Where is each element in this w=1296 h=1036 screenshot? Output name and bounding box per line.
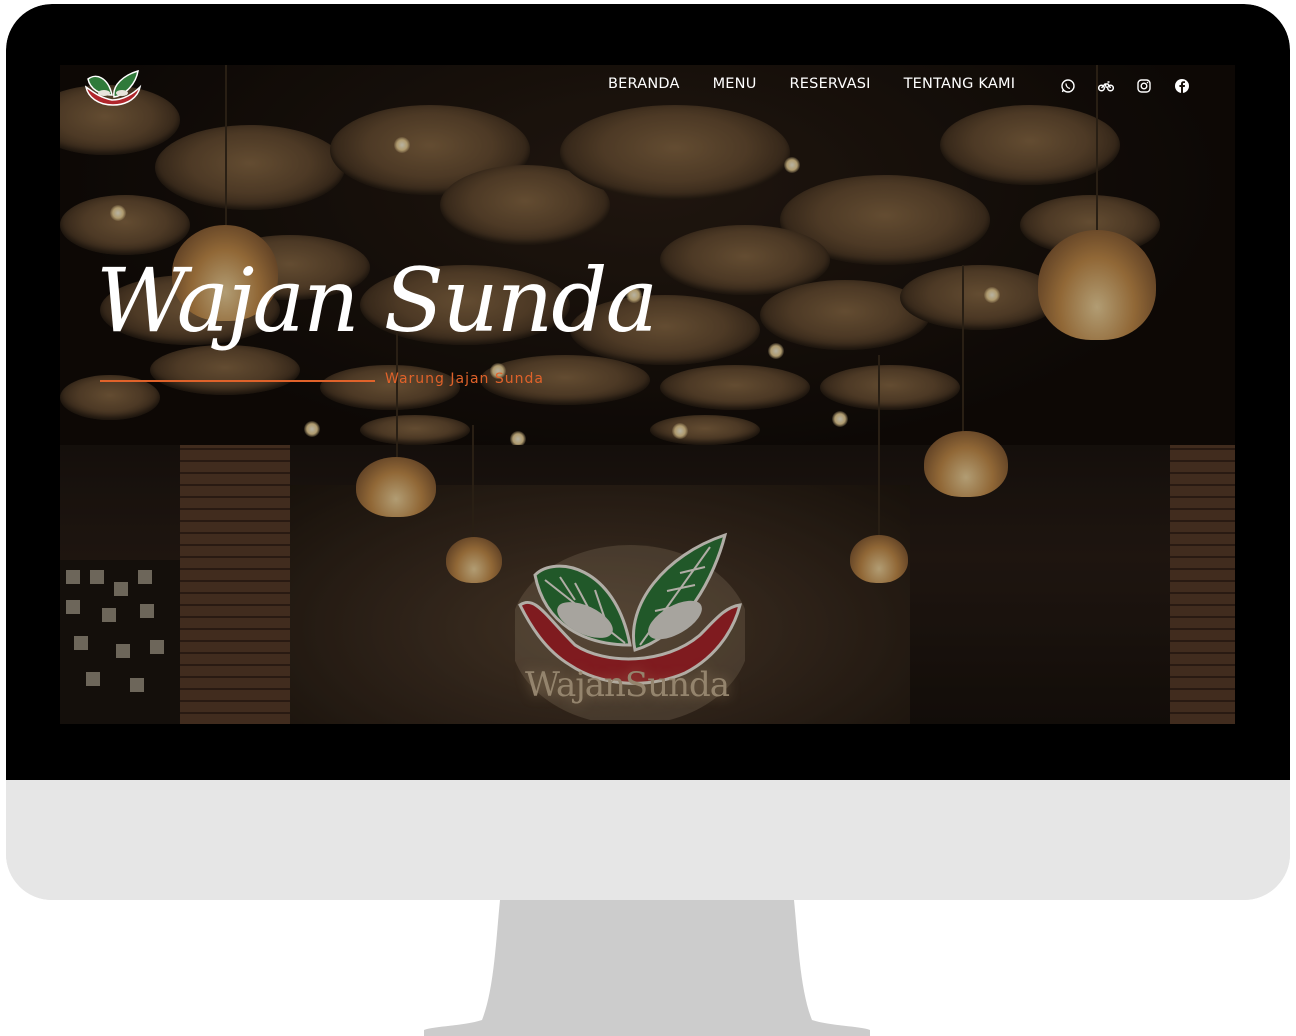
monitor-stand — [424, 900, 870, 1036]
hero-overlay — [60, 65, 1235, 724]
social-icons — [1060, 78, 1212, 94]
monitor-chin — [6, 780, 1290, 900]
nav-links: BERANDA MENU RESERVASI TENTANG KAMI — [608, 76, 1048, 92]
motorbike-icon[interactable] — [1098, 78, 1114, 94]
hero-subtitle: Warung Jajan Sunda — [385, 371, 544, 387]
nav-link-menu[interactable]: MENU — [713, 76, 757, 92]
instagram-icon[interactable] — [1136, 78, 1152, 94]
facebook-icon[interactable] — [1174, 78, 1190, 94]
brand-logo[interactable] — [84, 67, 142, 107]
whatsapp-icon[interactable] — [1060, 78, 1076, 94]
nav-link-reservasi[interactable]: RESERVASI — [790, 76, 871, 92]
hero-title: Wajan Sunda — [96, 249, 658, 352]
hero-divider-line — [100, 380, 375, 382]
website-screen: WajanSunda BERANDA MENU RESERVASI TENTAN… — [60, 65, 1235, 724]
nav-link-beranda[interactable]: BERANDA — [608, 76, 680, 92]
navbar: BERANDA MENU RESERVASI TENTANG KAMI — [60, 65, 1235, 109]
nav-link-tentang-kami[interactable]: TENTANG KAMI — [904, 76, 1016, 92]
